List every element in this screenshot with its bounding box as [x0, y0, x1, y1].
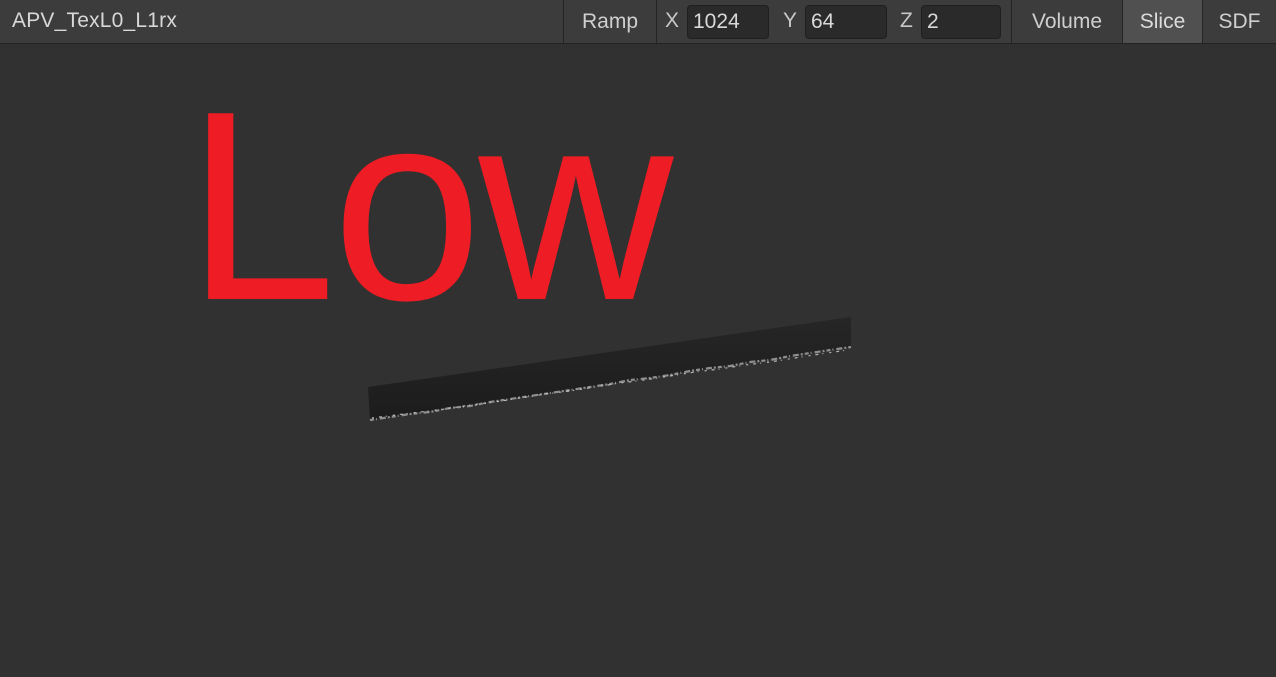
y-label: Y [783, 9, 798, 32]
z-size-field[interactable] [921, 5, 1001, 39]
sdf-mode-button[interactable]: SDF [1202, 0, 1276, 43]
texture-slice-plane [368, 317, 852, 422]
y-size-field[interactable] [805, 5, 887, 39]
dimension-controls: X Y Z [656, 0, 1011, 43]
preview-viewport[interactable]: Low [0, 44, 1276, 677]
texture-title: APV_TexL0_L1rx [12, 9, 178, 32]
ramp-button[interactable]: Ramp [563, 0, 656, 43]
z-label: Z [900, 9, 913, 32]
slice-mode-button[interactable]: Slice [1122, 0, 1202, 43]
x-label: X [665, 9, 680, 32]
toolbar: APV_TexL0_L1rx Ramp X Y Z Volume Slice S… [0, 0, 1276, 44]
volume-mode-button[interactable]: Volume [1011, 0, 1122, 43]
x-size-field[interactable] [687, 5, 769, 39]
slice-plane-face [368, 317, 851, 420]
